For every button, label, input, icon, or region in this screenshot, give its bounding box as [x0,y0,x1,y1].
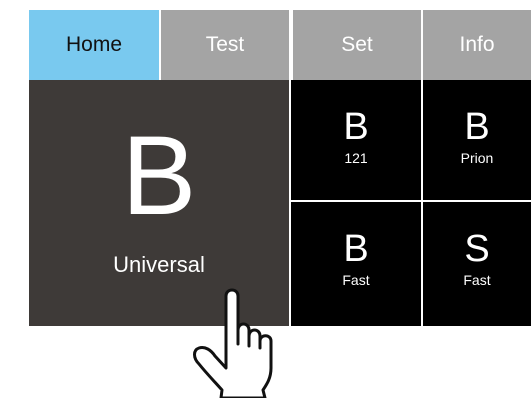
tab-home[interactable]: Home [29,10,159,80]
program-tile-b-121[interactable]: B 121 [291,80,421,200]
program-tile-s-fast[interactable]: S Fast [423,202,531,326]
tab-test[interactable]: Test [159,10,289,80]
tile-letter: B [464,106,490,148]
tile-letter: B [343,228,369,270]
pointing-hand-icon [193,288,273,398]
tile-letter: S [464,228,490,270]
tab-info[interactable]: Info [421,10,531,80]
tile-caption: Prion [460,150,494,166]
program-tile-b-prion[interactable]: B Prion [423,80,531,200]
tile-caption: Fast [463,272,491,288]
tab-bar: Home Test Set Info [29,10,531,80]
tab-set[interactable]: Set [291,10,421,80]
tile-caption: Fast [342,272,370,288]
tile-caption: 121 [344,150,368,166]
program-tile-b-fast[interactable]: B Fast [291,202,421,326]
tile-letter: B [343,106,369,148]
universal-tile-letter: B [121,113,197,238]
